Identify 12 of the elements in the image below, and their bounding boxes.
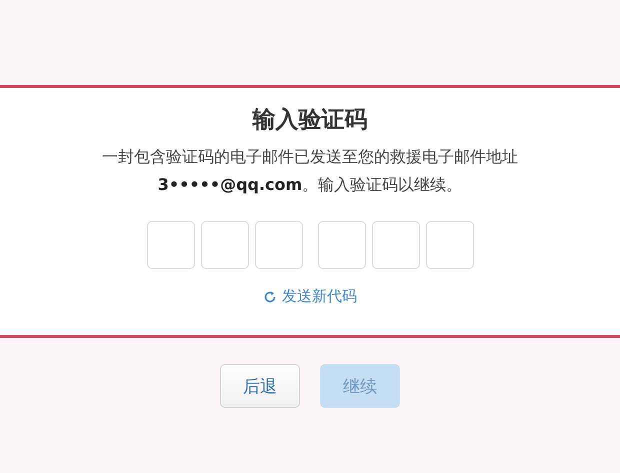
message-text: 一封包含验证码的电子邮件已发送至您的救援电子邮件地址 <box>102 146 518 168</box>
message-text: 3•••••@qq.com。输入验证码以继续。 <box>158 174 462 196</box>
code-digit-field[interactable] <box>254 221 302 269</box>
code-digit-field[interactable] <box>318 221 366 269</box>
back-button[interactable]: 后退 <box>220 364 300 408</box>
resend-code-link[interactable]: 发送新代码 <box>263 287 357 306</box>
dialog-title: 输入验证码 <box>252 106 368 135</box>
code-digit-field[interactable] <box>146 221 194 269</box>
code-digit-field[interactable] <box>200 221 248 269</box>
code-digit-field[interactable] <box>372 221 420 269</box>
refresh-icon <box>263 290 277 304</box>
code-digit-field[interactable] <box>426 221 474 269</box>
